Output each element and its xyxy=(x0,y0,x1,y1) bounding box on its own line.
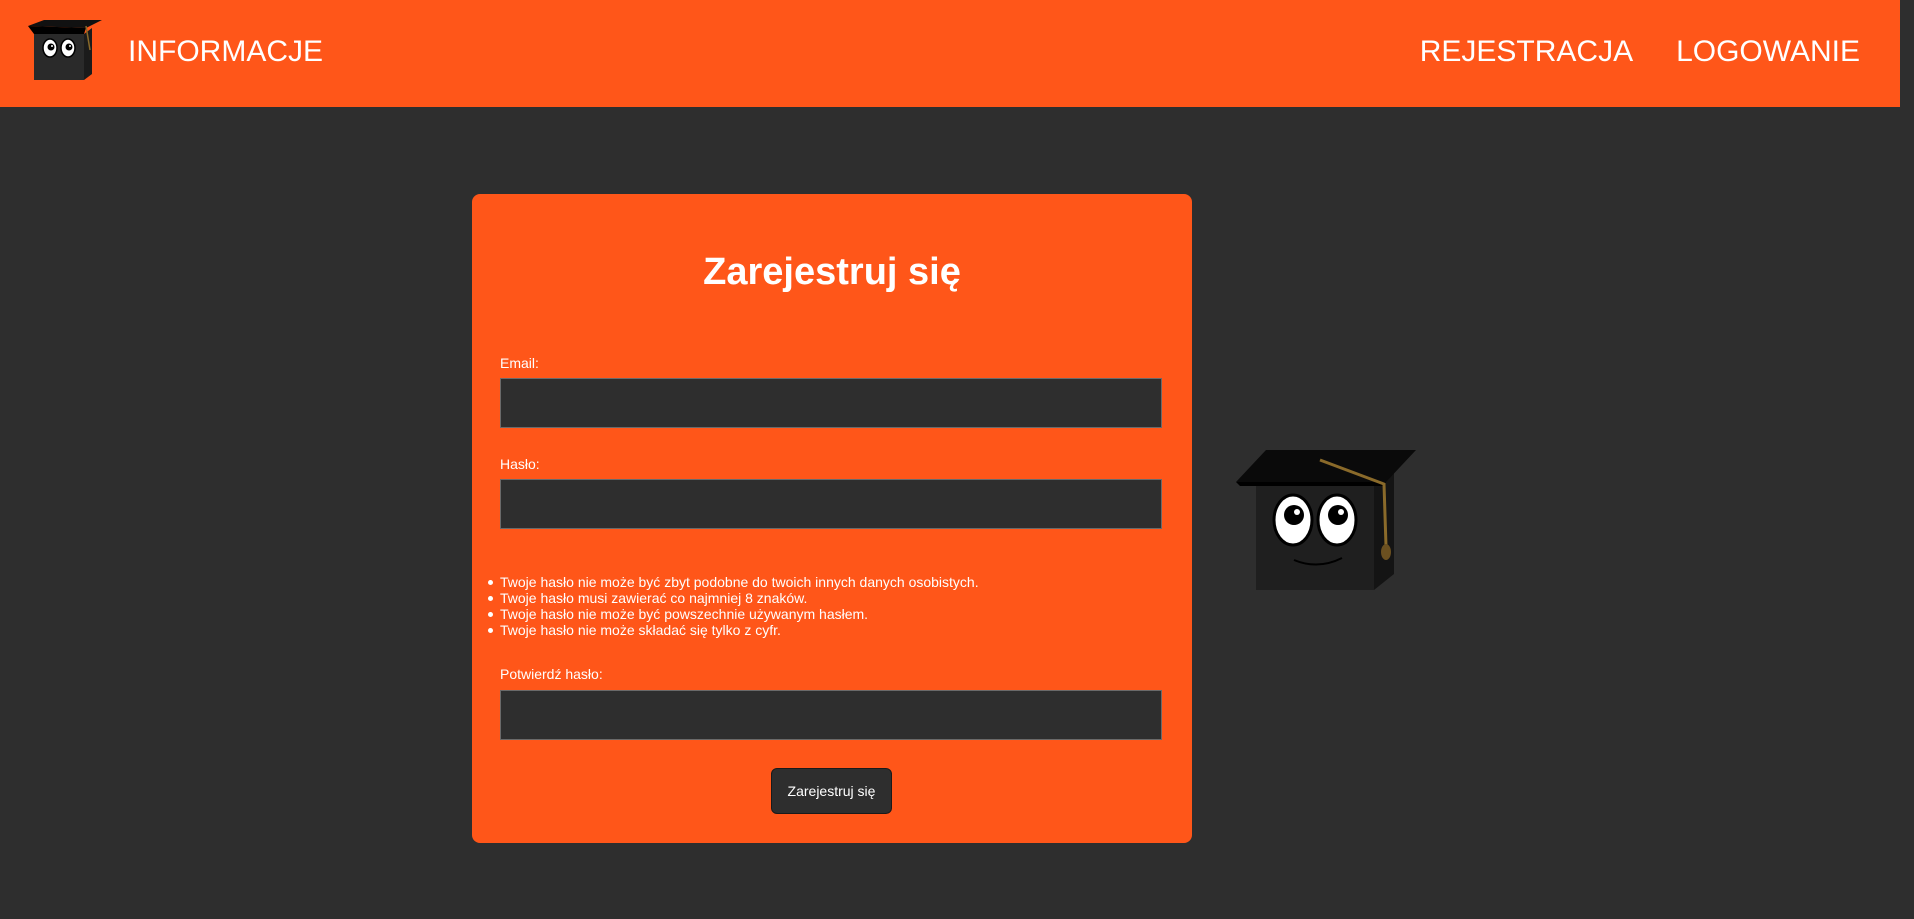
mascot-logo-icon[interactable] xyxy=(26,20,102,82)
password-rules-list: Twoje hasło nie może być zbyt podobne do… xyxy=(488,574,979,638)
password-label: Hasło: xyxy=(500,456,540,472)
graduation-cap-mascot-icon xyxy=(1236,450,1416,590)
nav-link-informacje[interactable]: INFORMACJE xyxy=(128,34,323,70)
nav-right-links: REJESTRACJA LOGOWANIE xyxy=(1420,34,1860,70)
confirm-password-label: Potwierdź hasło: xyxy=(500,666,603,682)
email-field[interactable] xyxy=(500,378,1162,428)
register-submit-button[interactable]: Zarejestruj się xyxy=(771,768,892,814)
confirm-password-field[interactable] xyxy=(500,690,1162,740)
email-label: Email: xyxy=(500,355,539,371)
nav-link-rejestracja[interactable]: REJESTRACJA xyxy=(1420,34,1633,70)
password-rule: Twoje hasło nie może być powszechnie uży… xyxy=(488,606,979,622)
top-navbar: INFORMACJE REJESTRACJA LOGOWANIE xyxy=(0,0,1900,107)
password-rule: Twoje hasło nie może być zbyt podobne do… xyxy=(488,574,979,590)
registration-card: Zarejestruj się Email: Hasło: Twoje hasł… xyxy=(472,194,1192,843)
nav-link-logowanie[interactable]: LOGOWANIE xyxy=(1676,34,1860,70)
password-rule: Twoje hasło nie może składać się tylko z… xyxy=(488,622,979,638)
form-title: Zarejestruj się xyxy=(703,251,961,293)
password-rule: Twoje hasło musi zawierać co najmniej 8 … xyxy=(488,590,979,606)
password-field[interactable] xyxy=(500,479,1162,529)
